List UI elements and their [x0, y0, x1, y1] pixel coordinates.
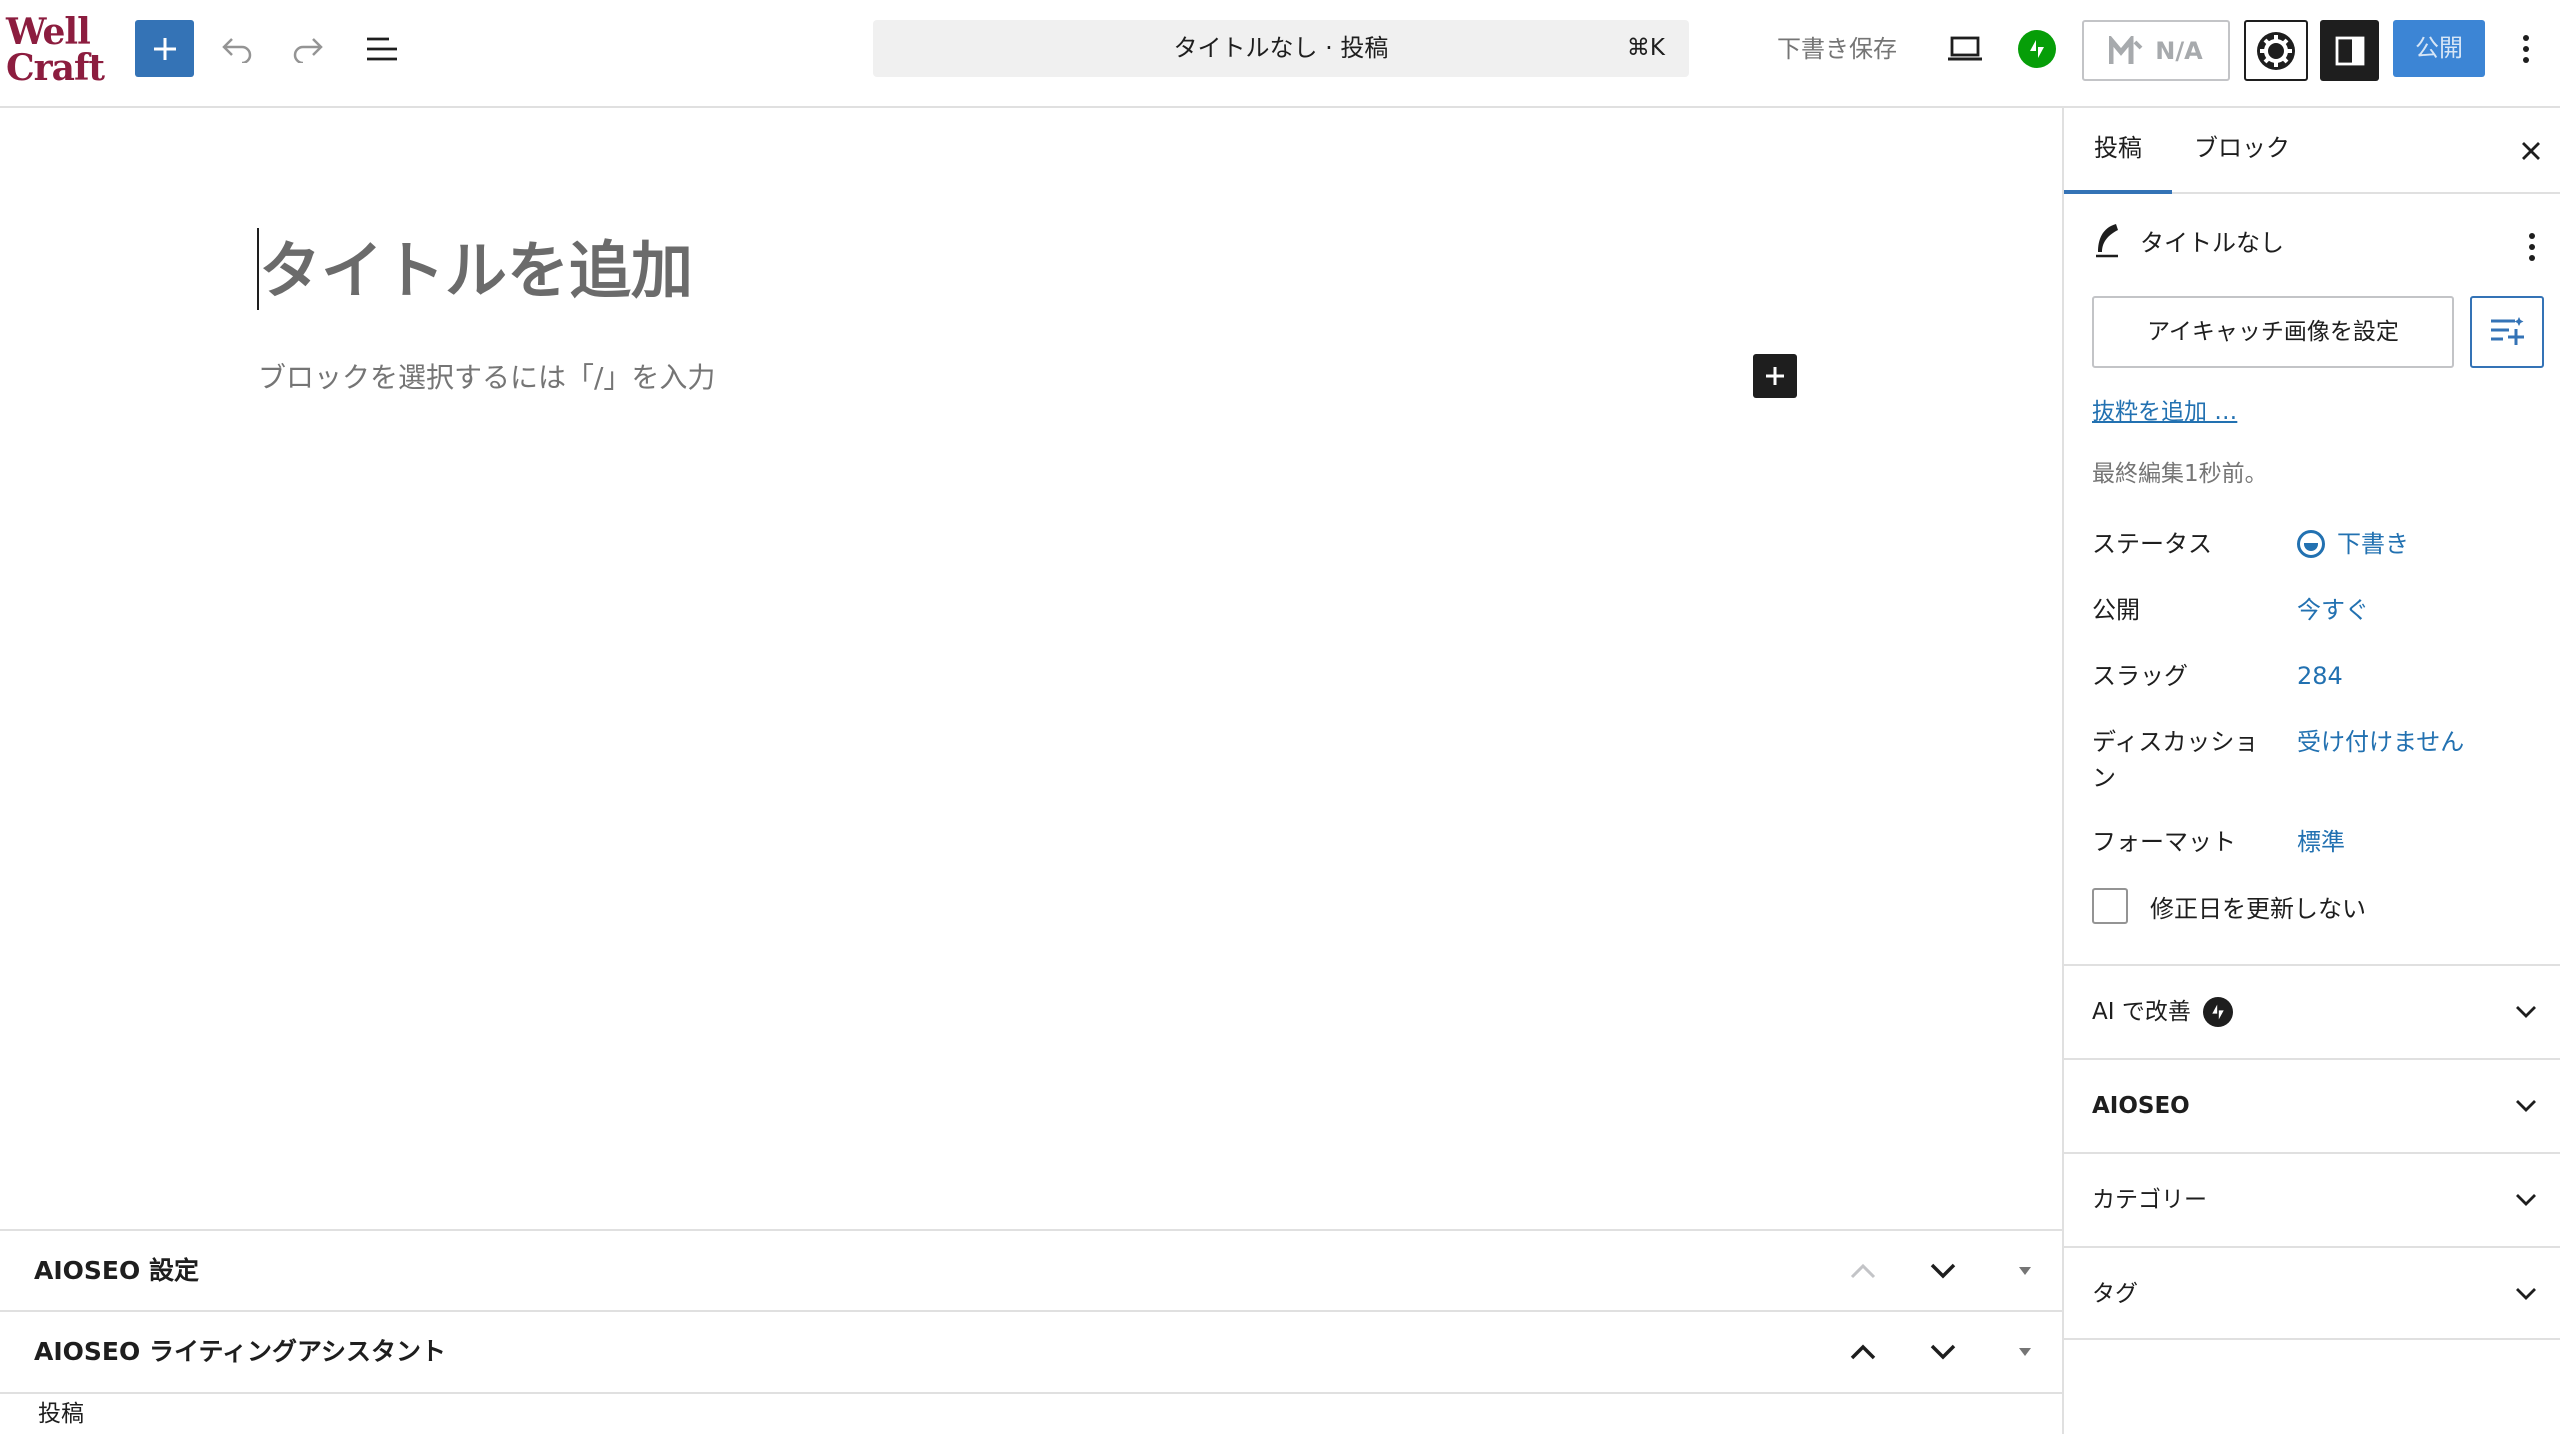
seo-score-icon: [2109, 35, 2143, 64]
redo-icon: [293, 38, 323, 63]
chevron-down-icon: [1930, 1344, 1956, 1360]
dont-update-modified-row: 修正日を更新しない: [2092, 888, 2366, 924]
plus-icon: [1766, 367, 1784, 385]
move-down-button[interactable]: [1918, 1246, 1968, 1296]
last-edited-text: 最終編集1秒前。: [2092, 461, 2268, 487]
jetpack-button[interactable]: [2018, 30, 2056, 68]
metabox-aioseo-settings: AIOSEO 設定: [0, 1229, 2062, 1310]
chevron-down-icon: [1930, 1263, 1956, 1279]
jetpack-ai-icon: [2202, 997, 2233, 1027]
post-actions-button[interactable]: [2514, 224, 2550, 270]
more-vertical-icon: [2529, 233, 2535, 261]
chevron-up-icon: [1850, 1344, 1876, 1360]
options-menu-button[interactable]: [2508, 24, 2544, 74]
chevron-down-icon: [2504, 990, 2548, 1034]
list-view-icon: [367, 37, 397, 61]
metabox-aioseo-writing-assistant: AIOSEO ライティングアシスタント: [0, 1310, 2062, 1391]
breadcrumb-item[interactable]: 投稿: [38, 1394, 84, 1434]
chevron-down-icon: [2504, 1178, 2548, 1222]
discussion-button[interactable]: 受け付けません: [2297, 724, 2464, 760]
chevron-down-icon: [2504, 1084, 2548, 1128]
move-down-button[interactable]: [1918, 1327, 1968, 1377]
add-excerpt-link[interactable]: 抜粋を追加 …: [2092, 392, 2237, 432]
list-view-button[interactable]: [357, 24, 407, 74]
chevron-up-icon: [1850, 1263, 1876, 1279]
add-block-button[interactable]: [1753, 354, 1797, 398]
close-icon: [2522, 142, 2540, 160]
dont-update-modified-checkbox[interactable]: [2092, 888, 2128, 924]
seo-score-value: N/A: [2155, 36, 2203, 65]
format-label: フォーマット: [2092, 828, 2236, 856]
seo-score-button[interactable]: N/A: [2082, 20, 2230, 81]
editor-header: Well Craft タイトルなし · 投稿 ⌘K 下書き保存 N/A 公開: [0, 0, 2560, 108]
panel-tags[interactable]: タグ: [2064, 1246, 2560, 1340]
publish-label: 公開: [2092, 596, 2140, 624]
post-title-label: タイトルなし: [2140, 228, 2284, 257]
settings-sidebar: 投稿 ブロック タイトルなし アイキャッチ画像を設定 抜粋を追加 … 最終編集1…: [2062, 108, 2560, 1434]
desktop-preview-icon: [1948, 36, 1982, 61]
panel-ai-improve[interactable]: AI で改善: [2064, 964, 2560, 1058]
block-inserter-button[interactable]: [135, 20, 194, 77]
default-block-appender[interactable]: ブロックを選択するには「/」を入力: [258, 356, 715, 400]
logo-line-2: Craft: [6, 47, 105, 89]
ai-featured-image-button[interactable]: [2470, 296, 2544, 368]
block-breadcrumb-bar: 投稿: [0, 1392, 2062, 1434]
site-logo[interactable]: Well Craft: [6, 11, 105, 89]
plus-icon: [153, 37, 176, 60]
ai-image-icon: [2491, 317, 2524, 345]
command-palette-bar[interactable]: タイトルなし · 投稿 ⌘K: [873, 20, 1689, 77]
post-card: タイトルなし: [2092, 222, 2284, 258]
undo-icon: [222, 38, 252, 63]
panel-title: タグ: [2092, 1281, 2138, 1307]
chevron-down-icon: [2504, 1272, 2548, 1316]
settings-sidebar-toggle[interactable]: [2320, 20, 2379, 81]
command-shortcut: ⌘K: [1626, 35, 1665, 61]
document-title: タイトルなし · 投稿: [1173, 34, 1389, 62]
more-vertical-icon: [2523, 35, 2529, 63]
redo-button[interactable]: [283, 24, 333, 74]
preview-button[interactable]: [1940, 24, 1990, 74]
panel-title: カテゴリー: [2092, 1187, 2207, 1213]
panel-aioseo[interactable]: AIOSEO: [2064, 1058, 2560, 1152]
format-button[interactable]: 標準: [2297, 824, 2345, 860]
publish-button[interactable]: 公開: [2393, 20, 2485, 77]
panel-title: AIOSEO: [2092, 1093, 2190, 1119]
draft-status-icon: [2297, 530, 2325, 558]
caret-down-icon: [2019, 1348, 2031, 1356]
set-featured-image-button[interactable]: アイキャッチ画像を設定: [2092, 296, 2454, 368]
status-label: ステータス: [2092, 530, 2212, 558]
slug-button[interactable]: 284: [2297, 658, 2343, 694]
toggle-panel-button[interactable]: [2000, 1246, 2050, 1296]
save-draft-button[interactable]: 下書き保存: [1772, 24, 1902, 74]
status-value: 下書き: [2337, 530, 2409, 558]
panel-title: AI で改善: [2092, 966, 2233, 1058]
aioseo-icon: [2257, 31, 2295, 70]
jetpack-icon: [2030, 40, 2044, 58]
metabox-title[interactable]: AIOSEO ライティングアシスタント: [34, 1312, 446, 1391]
panel-title-text: AI で改善: [2092, 999, 2191, 1025]
aioseo-button[interactable]: [2244, 20, 2308, 81]
move-up-button[interactable]: [1838, 1246, 1888, 1296]
status-value-button[interactable]: 下書き: [2297, 526, 2409, 562]
slug-label: スラッグ: [2092, 662, 2188, 690]
move-up-button[interactable]: [1838, 1327, 1888, 1377]
discussion-label: ディスカッショ ン: [2092, 728, 2259, 792]
toggle-panel-button[interactable]: [2000, 1327, 2050, 1377]
panel-categories[interactable]: カテゴリー: [2064, 1152, 2560, 1246]
metabox-title[interactable]: AIOSEO 設定: [34, 1231, 199, 1310]
sidebar-tabs: 投稿 ブロック: [2064, 108, 2560, 194]
post-icon: [2096, 224, 2118, 258]
checkbox-label: 修正日を更新しない: [2150, 894, 2366, 923]
undo-button[interactable]: [212, 24, 262, 74]
logo-line-1: Well: [6, 11, 91, 53]
caret-down-icon: [2019, 1267, 2031, 1275]
close-sidebar-button[interactable]: [2508, 128, 2554, 174]
tab-block[interactable]: ブロック: [2164, 108, 2320, 194]
sidebar-toggle-icon: [2335, 36, 2364, 65]
publish-date-button[interactable]: 今すぐ: [2297, 592, 2369, 628]
post-title-input[interactable]: タイトルを追加: [259, 226, 693, 316]
tab-post[interactable]: 投稿: [2064, 108, 2172, 194]
